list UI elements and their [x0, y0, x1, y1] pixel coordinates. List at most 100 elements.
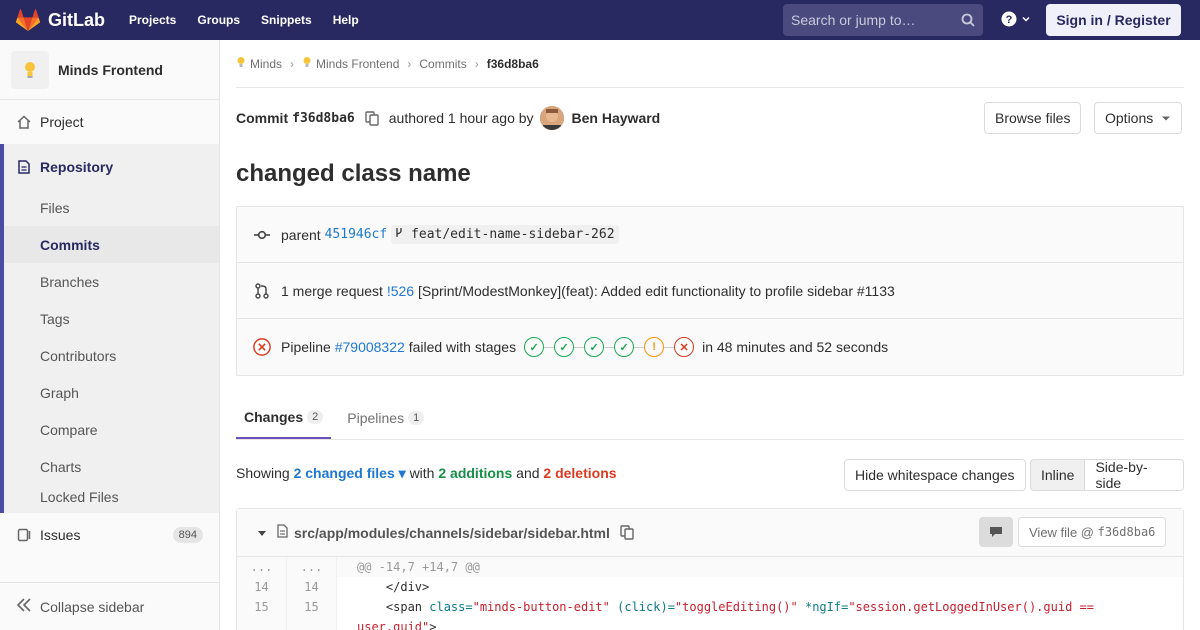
copy-icon[interactable] — [365, 110, 379, 126]
sidebar-sub-graph[interactable]: Graph — [4, 374, 219, 411]
breadcrumb-group[interactable]: Minds — [250, 57, 282, 71]
sidebar-sub-locked-files[interactable]: Locked Files — [4, 485, 219, 513]
help-dropdown[interactable]: ? — [1001, 11, 1031, 27]
collapse-caret-icon[interactable] — [257, 525, 267, 541]
diff-view-toggle: Inline Side-by-side — [1030, 459, 1184, 491]
view-file-button[interactable]: View file @ f36d8ba6 — [1018, 517, 1167, 547]
code-attr: (click)= — [609, 600, 675, 614]
project-header[interactable]: Minds Frontend — [0, 40, 219, 100]
commit-header: Commit f36d8ba6 authored 1 hour ago by B… — [236, 101, 1184, 135]
gitlab-logo[interactable]: GitLab — [16, 9, 105, 31]
with-text: with — [409, 465, 435, 481]
stage-success-icon[interactable]: ✓ — [524, 337, 545, 357]
branch-icon — [396, 228, 402, 237]
sidebar-sub-contributors[interactable]: Contributors — [4, 337, 219, 374]
tab-label: Pipelines — [347, 410, 405, 426]
sidebar-sub-tags[interactable]: Tags — [4, 300, 219, 337]
comment-icon — [990, 527, 1002, 537]
commit-title: changed class name — [236, 160, 471, 187]
pipeline-link[interactable]: #79008322 — [335, 339, 405, 355]
sidebar-sub-branches[interactable]: Branches — [4, 263, 219, 300]
new-line-number[interactable]: 14 — [287, 577, 337, 597]
sidebar-item-label: Project — [40, 114, 84, 130]
toggle-comments-button[interactable] — [979, 517, 1013, 547]
stage-success-icon[interactable]: ✓ — [554, 337, 575, 357]
changed-files-dropdown[interactable]: 2 changed files ▾ — [294, 465, 406, 481]
old-line-number[interactable]: 14 — [237, 577, 287, 597]
project-name: Minds Frontend — [58, 61, 163, 78]
parent-sha-link[interactable]: 451946cf — [325, 227, 388, 242]
mr-title: [Sprint/ModestMonkey](feat): Added edit … — [417, 282, 895, 299]
code-string: "session.getLoggedInUser().guid == — [848, 600, 1094, 614]
breadcrumb-commits[interactable]: Commits — [419, 57, 466, 71]
pipeline-duration: in 48 minutes and 52 seconds — [702, 339, 889, 355]
additions-count: 2 additions — [438, 465, 513, 481]
browse-files-button[interactable]: Browse files — [984, 102, 1082, 134]
sidebar-item-issues[interactable]: Issues 894 — [0, 513, 219, 557]
sidebar-sub-compare[interactable]: Compare — [4, 411, 219, 448]
side-by-side-button[interactable]: Side-by-side — [1085, 459, 1184, 491]
caret-down-icon: ▾ — [398, 465, 406, 481]
new-line-number[interactable]: 15 — [287, 597, 337, 630]
view-file-label: View file @ — [1029, 524, 1094, 540]
home-icon — [16, 114, 32, 130]
old-line-number: ... — [237, 557, 287, 577]
nav-groups[interactable]: Groups — [197, 13, 240, 27]
file-path[interactable]: src/app/modules/channels/sidebar/sidebar… — [294, 525, 610, 541]
sidebar-item-project[interactable]: Project — [0, 100, 219, 144]
sidebar-sub-charts[interactable]: Charts — [4, 448, 219, 485]
hunk-text: @@ -14,7 +14,7 @@ — [357, 560, 480, 574]
nav-projects[interactable]: Projects — [129, 13, 176, 27]
chevron-right-icon: › — [290, 56, 295, 71]
sidebar-item-label: Repository — [40, 158, 114, 175]
lightbulb-icon — [236, 56, 246, 71]
search-icon — [961, 13, 975, 27]
view-file-sha: f36d8ba6 — [1097, 525, 1156, 539]
collapse-label: Collapse sidebar — [40, 598, 145, 615]
stage-warning-icon[interactable]: ! — [644, 337, 665, 357]
chevron-down-icon — [1022, 16, 1030, 22]
showing-text: Showing — [236, 465, 290, 481]
commit-info-box: parent 451946cf feat/edit-name-sidebar-2… — [236, 206, 1184, 376]
sidebar-item-label: Issues — [40, 527, 81, 543]
breadcrumb-project[interactable]: Minds Frontend — [316, 57, 399, 71]
collapse-sidebar-button[interactable]: Collapse sidebar — [0, 582, 219, 630]
repository-group: Repository Files Commits Branches Tags C… — [0, 144, 219, 513]
inline-view-button[interactable]: Inline — [1030, 459, 1086, 491]
commit-icon — [253, 230, 271, 240]
changed-files-label: 2 changed files — [293, 465, 395, 481]
search-input[interactable]: Search or jump to… — [783, 4, 983, 36]
main-content: Minds › Minds Frontend › Commits › f36d8… — [236, 40, 1184, 630]
stage-success-icon[interactable]: ✓ — [614, 337, 635, 357]
old-line-number[interactable]: 15 — [237, 597, 287, 630]
mr-link[interactable]: !526 — [387, 283, 414, 299]
status-failed-icon[interactable] — [253, 337, 271, 357]
nav-snippets[interactable]: Snippets — [261, 13, 312, 27]
avatar[interactable] — [539, 106, 564, 130]
stage-failed-icon[interactable]: ✕ — [674, 337, 695, 357]
diff-summary: Showing 2 changed files ▾ with 2 additio… — [236, 465, 617, 482]
tab-changes[interactable]: Changes 2 — [236, 397, 332, 439]
hide-whitespace-button[interactable]: Hide whitespace changes — [844, 459, 1026, 491]
search-placeholder: Search or jump to… — [791, 12, 916, 28]
sidebar-sub-commits[interactable]: Commits — [4, 226, 219, 263]
branch-badge[interactable]: feat/edit-name-sidebar-262 — [391, 225, 619, 244]
signin-button[interactable]: Sign in / Register — [1046, 4, 1181, 36]
options-dropdown[interactable]: Options — [1094, 102, 1183, 134]
stage-success-icon[interactable]: ✓ — [584, 337, 605, 357]
sidebar-item-repository[interactable]: Repository — [4, 144, 219, 189]
commit-sha: f36d8ba6 — [292, 110, 355, 126]
diff-line: 15 15 <span class="minds-button-edit" (c… — [237, 597, 1183, 630]
lightbulb-icon — [302, 56, 312, 71]
copy-icon[interactable] — [620, 525, 634, 540]
sidebar-sub-files[interactable]: Files — [4, 189, 219, 226]
nav-links: Projects Groups Snippets Help — [129, 13, 380, 27]
nav-help[interactable]: Help — [333, 13, 359, 27]
document-icon — [16, 159, 32, 175]
breadcrumb-current[interactable]: f36d8ba6 — [487, 57, 539, 71]
tab-pipelines[interactable]: Pipelines 1 — [339, 397, 432, 439]
author-name[interactable]: Ben Hayward — [572, 110, 661, 126]
code-string: "toggleEditing()" — [674, 600, 798, 614]
parent-row: parent 451946cf feat/edit-name-sidebar-2… — [237, 207, 1183, 263]
pipeline-stages: ✓ ✓ ✓ ✓ ! ✕ — [524, 337, 695, 357]
